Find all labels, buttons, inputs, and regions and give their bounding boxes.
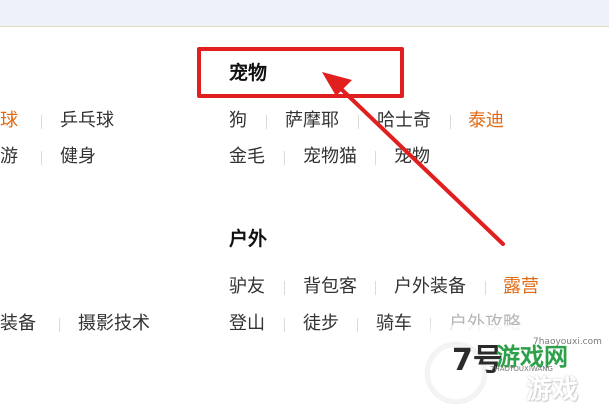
separator xyxy=(284,281,285,295)
tag-link[interactable]: 登山 xyxy=(229,313,265,335)
tag-link[interactable]: 影装备 xyxy=(0,313,36,335)
tag-link[interactable]: 宠物 xyxy=(394,146,430,168)
tag-link[interactable]: 桌游 xyxy=(0,146,18,168)
separator xyxy=(284,151,285,165)
red-highlight-box xyxy=(197,47,404,98)
separator xyxy=(41,151,42,165)
watermark-url: 7haoyouxi.com xyxy=(533,337,602,347)
separator xyxy=(485,281,486,295)
separator xyxy=(450,115,451,129)
separator xyxy=(358,115,359,129)
separator xyxy=(375,151,376,165)
tag-link[interactable]: 徒步 xyxy=(303,313,339,335)
section-title-outdoor[interactable]: 户外 xyxy=(229,228,267,250)
watermark-logo: 7号 游戏网 7haoyouxi.com 7HAOYOUXIWANG 游戏 xyxy=(408,325,609,405)
separator xyxy=(375,281,376,295)
tag-link[interactable]: 金毛 xyxy=(229,146,265,168)
tag-link[interactable]: 乒乓球 xyxy=(60,110,114,132)
watermark-brand-large: 游戏 xyxy=(526,375,579,405)
tag-link[interactable]: 驴友 xyxy=(229,276,265,298)
separator xyxy=(284,318,285,332)
tag-link[interactable]: 萨摩耶 xyxy=(285,110,339,132)
tag-link[interactable]: 哈士奇 xyxy=(377,110,431,132)
left-category-column: 乓球 乒乓球 桌游 健身 影装备 摄影技术 xyxy=(0,0,200,404)
tag-link[interactable]: 露营 xyxy=(503,276,539,298)
tag-link[interactable]: 摄影技术 xyxy=(78,313,150,335)
separator xyxy=(357,318,358,332)
separator xyxy=(59,318,60,332)
tag-link[interactable]: 乓球 xyxy=(0,110,18,132)
tag-link[interactable]: 泰迪 xyxy=(468,110,504,132)
tag-link[interactable]: 背包客 xyxy=(303,276,357,298)
tag-link[interactable]: 宠物猫 xyxy=(303,146,357,168)
tag-link[interactable]: 狗 xyxy=(229,110,247,132)
tag-link[interactable]: 健身 xyxy=(60,146,96,168)
tag-link[interactable]: 骑车 xyxy=(376,313,412,335)
separator xyxy=(266,115,267,129)
separator xyxy=(41,115,42,129)
tag-link[interactable]: 户外装备 xyxy=(394,276,466,298)
